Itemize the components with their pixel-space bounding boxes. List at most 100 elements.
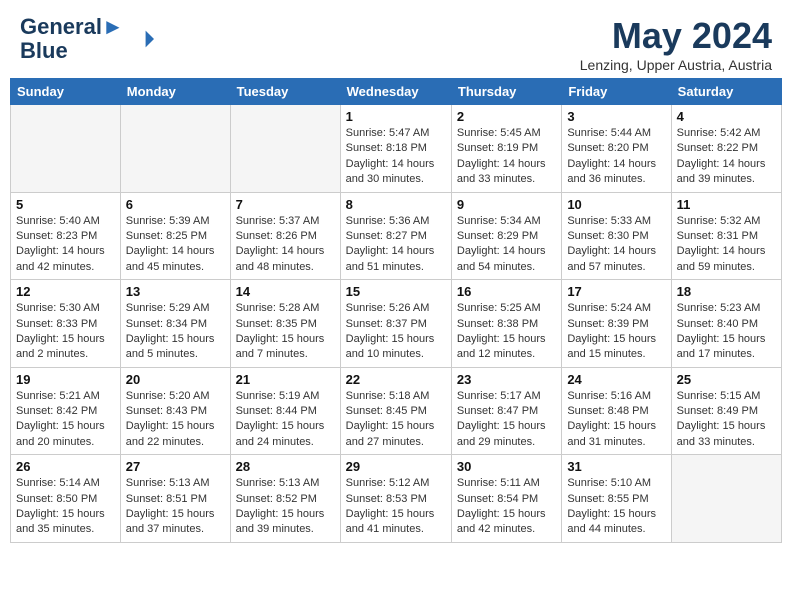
logo: General► Blue	[20, 15, 154, 63]
day-info: Sunrise: 5:40 AMSunset: 8:23 PMDaylight:…	[16, 214, 115, 276]
calendar-cell: 16 Sunrise: 5:25 AMSunset: 8:38 PMDayligh…	[451, 280, 561, 368]
calendar-cell: 14 Sunrise: 5:28 AMSunset: 8:35 PMDayligh…	[230, 280, 340, 368]
calendar-cell: 7Sunrise: 5:37 AMSunset: 8:26 PMDaylight…	[230, 192, 340, 280]
calendar-cell	[671, 455, 781, 543]
day-number: 29	[346, 459, 446, 474]
location-title: Lenzing, Upper Austria, Austria	[580, 57, 772, 73]
calendar-week-row: 19 Sunrise: 5:21 AMSunset: 8:42 PMDayligh…	[11, 367, 782, 455]
day-number: 25	[677, 372, 776, 387]
day-info: Sunrise: 5:23 AMSunset: 8:40 PMDaylight:…	[677, 301, 776, 363]
title-block: May 2024 Lenzing, Upper Austria, Austria	[580, 15, 772, 73]
day-info: Sunrise: 5:37 AMSunset: 8:26 PMDaylight:…	[236, 214, 335, 276]
day-info: Sunrise: 5:10 AMSunset: 8:55 PMDaylight:…	[567, 476, 665, 538]
calendar-header-monday: Monday	[120, 79, 230, 105]
calendar-cell: 10 Sunrise: 5:33 AMSunset: 8:30 PMDayligh…	[562, 192, 671, 280]
calendar-header-wednesday: Wednesday	[340, 79, 451, 105]
calendar-cell: 31 Sunrise: 5:10 AMSunset: 8:55 PMDayligh…	[562, 455, 671, 543]
day-info: Sunrise: 5:13 AMSunset: 8:51 PMDaylight:…	[126, 476, 225, 538]
calendar-cell: 28 Sunrise: 5:13 AMSunset: 8:52 PMDayligh…	[230, 455, 340, 543]
day-number: 1	[346, 109, 446, 124]
day-info: Sunrise: 5:28 AMSunset: 8:35 PMDaylight:…	[236, 301, 335, 363]
day-info: Sunrise: 5:33 AMSunset: 8:30 PMDaylight:…	[567, 214, 665, 276]
day-number: 14	[236, 284, 335, 299]
day-number: 11	[677, 197, 776, 212]
calendar-cell: 5 Sunrise: 5:40 AMSunset: 8:23 PMDaylight…	[11, 192, 121, 280]
day-number: 10	[567, 197, 665, 212]
day-number: 13	[126, 284, 225, 299]
month-title: May 2024	[580, 15, 772, 57]
day-number: 22	[346, 372, 446, 387]
calendar-week-row: 1 Sunrise: 5:47 AMSunset: 8:18 PMDaylight…	[11, 105, 782, 193]
day-info: Sunrise: 5:42 AMSunset: 8:22 PMDaylight:…	[677, 126, 776, 188]
calendar-cell	[230, 105, 340, 193]
calendar-cell: 15 Sunrise: 5:26 AMSunset: 8:37 PMDayligh…	[340, 280, 451, 368]
calendar-cell	[11, 105, 121, 193]
day-number: 6	[126, 197, 225, 212]
day-number: 31	[567, 459, 665, 474]
calendar-cell: 2 Sunrise: 5:45 AMSunset: 8:19 PMDaylight…	[451, 105, 561, 193]
day-number: 17	[567, 284, 665, 299]
day-info: Sunrise: 5:13 AMSunset: 8:52 PMDaylight:…	[236, 476, 335, 538]
day-number: 19	[16, 372, 115, 387]
day-number: 26	[16, 459, 115, 474]
day-info: Sunrise: 5:16 AMSunset: 8:48 PMDaylight:…	[567, 389, 665, 451]
day-number: 4	[677, 109, 776, 124]
logo-icon	[126, 25, 154, 53]
calendar-week-row: 12Sunrise: 5:30 AMSunset: 8:33 PMDayligh…	[11, 280, 782, 368]
calendar-header-thursday: Thursday	[451, 79, 561, 105]
day-number: 20	[126, 372, 225, 387]
calendar-cell: 23 Sunrise: 5:17 AMSunset: 8:47 PMDayligh…	[451, 367, 561, 455]
calendar-cell: 9Sunrise: 5:34 AMSunset: 8:29 PMDaylight…	[451, 192, 561, 280]
day-info: Sunrise: 5:45 AMSunset: 8:19 PMDaylight:…	[457, 126, 556, 188]
calendar-cell: 17 Sunrise: 5:24 AMSunset: 8:39 PMDayligh…	[562, 280, 671, 368]
calendar-cell: 4 Sunrise: 5:42 AMSunset: 8:22 PMDaylight…	[671, 105, 781, 193]
calendar-cell: 1 Sunrise: 5:47 AMSunset: 8:18 PMDaylight…	[340, 105, 451, 193]
calendar-cell: 19 Sunrise: 5:21 AMSunset: 8:42 PMDayligh…	[11, 367, 121, 455]
day-number: 16	[457, 284, 556, 299]
calendar-header-friday: Friday	[562, 79, 671, 105]
calendar-cell: 13Sunrise: 5:29 AMSunset: 8:34 PMDayligh…	[120, 280, 230, 368]
day-number: 2	[457, 109, 556, 124]
day-number: 24	[567, 372, 665, 387]
calendar-table: SundayMondayTuesdayWednesdayThursdayFrid…	[10, 78, 782, 543]
day-info: Sunrise: 5:47 AMSunset: 8:18 PMDaylight:…	[346, 126, 446, 188]
day-number: 23	[457, 372, 556, 387]
calendar-cell: 30Sunrise: 5:11 AMSunset: 8:54 PMDayligh…	[451, 455, 561, 543]
day-number: 3	[567, 109, 665, 124]
calendar-header-sunday: Sunday	[11, 79, 121, 105]
day-info: Sunrise: 5:20 AMSunset: 8:43 PMDaylight:…	[126, 389, 225, 451]
day-number: 9	[457, 197, 556, 212]
day-info: Sunrise: 5:30 AMSunset: 8:33 PMDaylight:…	[16, 301, 115, 363]
day-info: Sunrise: 5:36 AMSunset: 8:27 PMDaylight:…	[346, 214, 446, 276]
day-info: Sunrise: 5:24 AMSunset: 8:39 PMDaylight:…	[567, 301, 665, 363]
calendar-week-row: 26 Sunrise: 5:14 AMSunset: 8:50 PMDayligh…	[11, 455, 782, 543]
day-info: Sunrise: 5:44 AMSunset: 8:20 PMDaylight:…	[567, 126, 665, 188]
day-info: Sunrise: 5:11 AMSunset: 8:54 PMDaylight:…	[457, 476, 556, 538]
calendar-cell: 18 Sunrise: 5:23 AMSunset: 8:40 PMDayligh…	[671, 280, 781, 368]
day-number: 15	[346, 284, 446, 299]
day-info: Sunrise: 5:26 AMSunset: 8:37 PMDaylight:…	[346, 301, 446, 363]
day-info: Sunrise: 5:17 AMSunset: 8:47 PMDaylight:…	[457, 389, 556, 451]
calendar-cell: 11 Sunrise: 5:32 AMSunset: 8:31 PMDayligh…	[671, 192, 781, 280]
calendar-week-row: 5 Sunrise: 5:40 AMSunset: 8:23 PMDaylight…	[11, 192, 782, 280]
calendar-cell: 27Sunrise: 5:13 AMSunset: 8:51 PMDayligh…	[120, 455, 230, 543]
calendar-cell	[120, 105, 230, 193]
day-info: Sunrise: 5:18 AMSunset: 8:45 PMDaylight:…	[346, 389, 446, 451]
calendar-cell: 6Sunrise: 5:39 AMSunset: 8:25 PMDaylight…	[120, 192, 230, 280]
day-info: Sunrise: 5:21 AMSunset: 8:42 PMDaylight:…	[16, 389, 115, 451]
day-info: Sunrise: 5:14 AMSunset: 8:50 PMDaylight:…	[16, 476, 115, 538]
day-info: Sunrise: 5:19 AMSunset: 8:44 PMDaylight:…	[236, 389, 335, 451]
day-info: Sunrise: 5:32 AMSunset: 8:31 PMDaylight:…	[677, 214, 776, 276]
day-number: 28	[236, 459, 335, 474]
day-info: Sunrise: 5:25 AMSunset: 8:38 PMDaylight:…	[457, 301, 556, 363]
calendar-cell: 12Sunrise: 5:30 AMSunset: 8:33 PMDayligh…	[11, 280, 121, 368]
day-number: 18	[677, 284, 776, 299]
day-info: Sunrise: 5:15 AMSunset: 8:49 PMDaylight:…	[677, 389, 776, 451]
calendar-header-row: SundayMondayTuesdayWednesdayThursdayFrid…	[11, 79, 782, 105]
calendar-header-saturday: Saturday	[671, 79, 781, 105]
calendar-cell: 22 Sunrise: 5:18 AMSunset: 8:45 PMDayligh…	[340, 367, 451, 455]
day-info: Sunrise: 5:12 AMSunset: 8:53 PMDaylight:…	[346, 476, 446, 538]
logo-text: General► Blue	[20, 15, 124, 63]
day-number: 5	[16, 197, 115, 212]
day-number: 21	[236, 372, 335, 387]
